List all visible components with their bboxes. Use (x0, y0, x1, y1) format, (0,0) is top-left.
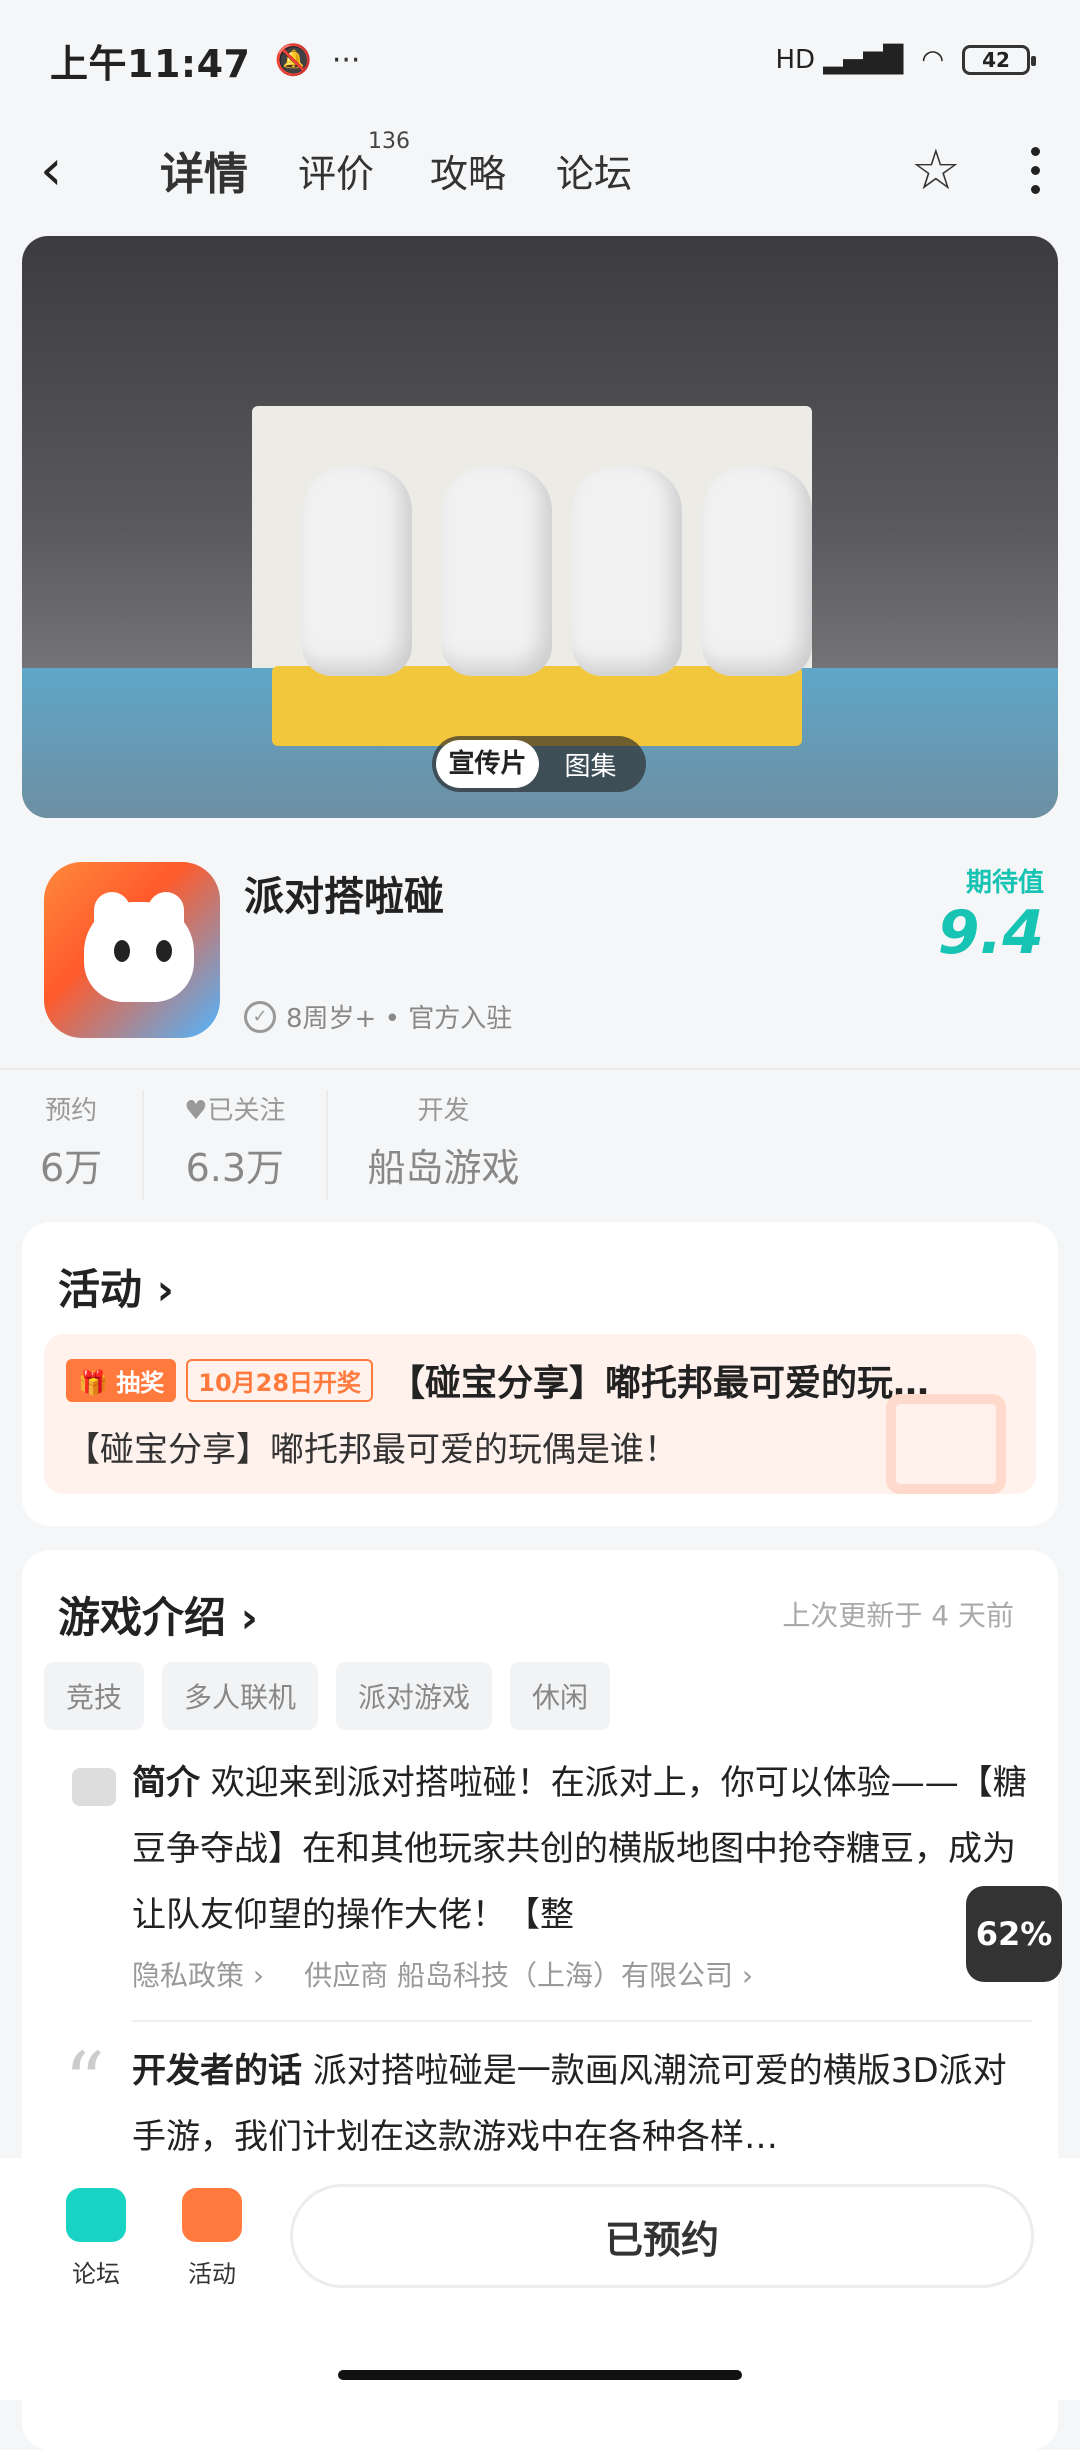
bottom-forum-label: 论坛 (72, 2260, 120, 2288)
video-toggle[interactable]: 宣传片 (436, 740, 539, 788)
tab-details-label: 详情 (160, 149, 248, 200)
figure-3 (572, 466, 682, 676)
description-label: 简介 (132, 1763, 200, 1803)
stat-developer[interactable]: 开发 船岛游戏 (328, 1090, 560, 1200)
tab-guides[interactable]: 攻略 (430, 143, 506, 198)
developer-note[interactable]: 开发者的话 派对搭啦碰是一款画风潮流可爱的横版3D派对手游，我们计划在这款游戏中… (132, 2038, 1032, 2170)
stat-followers[interactable]: ♥已关注 6.3万 (144, 1090, 328, 1200)
intro-links: 隐私政策 › 供应商 船岛科技（上海）有限公司 › (132, 1954, 753, 1994)
status-time: 上午11:47 (50, 41, 251, 86)
gift-icon (182, 2188, 242, 2242)
divider (0, 1068, 1080, 1070)
gift-watermark-icon (886, 1394, 1006, 1494)
network-label: HD (775, 45, 816, 75)
description-text: 欢迎来到派对搭啦碰！在派对上，你可以体验——【糖豆争夺战】在和其他玩家共创的横版… (132, 1763, 1027, 1935)
supplier-link[interactable]: 供应商 船岛科技（上海）有限公司 › (304, 1954, 753, 1994)
tag-list: 竞技 多人联机 派对游戏 休闲 (44, 1662, 611, 1730)
game-meta-text: 8周岁+ • 官方入驻 (286, 1004, 513, 1034)
media-toggle: 宣传片 图集 (432, 736, 646, 792)
tab-reviews-label: 评价 (298, 151, 375, 196)
tag-item[interactable]: 休闲 (510, 1662, 611, 1730)
stat-reservations: 预约 6万 (40, 1090, 145, 1200)
tab-guides-label: 攻略 (430, 151, 507, 196)
mascot-face (84, 892, 194, 1002)
last-updated: 上次更新于 4 天前 (782, 1599, 1014, 1632)
home-indicator[interactable] (338, 2370, 742, 2380)
favorite-star-icon[interactable]: ☆ (911, 138, 961, 203)
floating-percent-widget[interactable]: 62% (966, 1886, 1062, 1982)
heart-icon: ♥ (184, 1096, 208, 1126)
game-meta: ✓ 8周岁+ • 官方入驻 (244, 998, 512, 1035)
bottom-forum-button[interactable]: 论坛 (46, 2188, 146, 2289)
battery-icon: 42 (962, 45, 1036, 75)
tag-item[interactable]: 派对游戏 (336, 1662, 493, 1730)
status-bar: 上午11:47 🔕 ··· HD ▂▄▆█ ◠ 42 (0, 0, 1080, 120)
more-notifications-icon: ··· (331, 42, 361, 78)
more-menu-icon[interactable] (1031, 146, 1040, 194)
stat-label: ♥已关注 (184, 1090, 285, 1127)
tab-forum-label: 论坛 (556, 151, 633, 196)
promo-media[interactable]: 宣传片 图集 (22, 236, 1058, 818)
mascot-eye (156, 940, 172, 962)
signal-icon: HD ▂▄▆█ (775, 45, 904, 75)
figure-stand (272, 666, 802, 746)
bottom-activity-button[interactable]: 活动 (162, 2188, 262, 2289)
reviews-count: 136 (368, 128, 411, 154)
stat-value: 6万 (40, 1146, 103, 1190)
gallery-toggle[interactable]: 图集 (539, 746, 642, 783)
tab-reviews[interactable]: 评价 136 (298, 129, 410, 198)
developer-note-label: 开发者的话 (132, 2051, 302, 2091)
bottom-bar: 论坛 活动 已预约 (0, 2158, 1080, 2400)
bottom-activity-label: 活动 (188, 2260, 236, 2288)
activity-item[interactable]: 🎁 抽奖 10月28日开奖 【碰宝分享】嘟托邦最可爱的玩… 【碰宝分享】嘟托邦最… (44, 1334, 1036, 1494)
figure-1 (302, 466, 412, 676)
mute-icon: 🔕 (274, 42, 312, 78)
expectation-score: 期待值 9.4 (938, 862, 1044, 963)
lottery-badge: 🎁 抽奖 (66, 1358, 177, 1402)
draw-date: 10月28日开奖 (186, 1358, 374, 1402)
game-title: 派对搭啦碰 (244, 874, 444, 920)
stat-label: 开发 (417, 1096, 470, 1126)
battery-level: 42 (982, 48, 1010, 72)
activity-title[interactable]: 活动 › (58, 1256, 174, 1317)
stat-value: 6.3万 (185, 1146, 285, 1190)
description-icon (72, 1768, 116, 1806)
expectation-label: 期待值 (965, 868, 1044, 898)
divider (132, 2020, 1032, 2022)
game-icon (44, 862, 220, 1038)
back-icon[interactable]: ‹ (40, 138, 100, 203)
intro-title[interactable]: 游戏介绍 › (58, 1584, 258, 1645)
activity-card: 活动 › 🎁 抽奖 10月28日开奖 【碰宝分享】嘟托邦最可爱的玩… 【碰宝分享… (22, 1222, 1058, 1526)
lottery-badge-text: 抽奖 (116, 1368, 165, 1397)
expectation-value: 9.4 (937, 898, 1044, 968)
nav-actions: ☆ (911, 138, 1040, 203)
stat-label: 预约 (45, 1096, 98, 1126)
activity-headline: 【碰宝分享】嘟托邦最可爱的玩… (389, 1363, 930, 1404)
activity-body: 【碰宝分享】嘟托邦最可爱的玩偶是谁！ (66, 1430, 678, 1470)
wifi-icon: ◠ (921, 45, 944, 75)
stat-label-text: 已关注 (207, 1096, 286, 1126)
figure-2 (442, 466, 552, 676)
verified-check-icon: ✓ (244, 1000, 276, 1033)
privacy-policy-link[interactable]: 隐私政策 › (132, 1954, 264, 1994)
status-right: HD ▂▄▆█ ◠ 42 (775, 45, 1036, 75)
stat-value: 船岛游戏 (367, 1146, 520, 1190)
reserved-button[interactable]: 已预约 (290, 2184, 1034, 2288)
notification-icons: 🔕 ··· (274, 43, 360, 78)
tab-forum[interactable]: 论坛 (556, 143, 632, 198)
activity-row: 🎁 抽奖 10月28日开奖 【碰宝分享】嘟托邦最可爱的玩… (66, 1354, 929, 1406)
game-header: 派对搭啦碰 ✓ 8周岁+ • 官方入驻 期待值 9.4 (0, 850, 1080, 1070)
forum-chat-icon (66, 2188, 126, 2242)
stats-row: 预约 6万 ♥已关注 6.3万 开发 船岛游戏 (40, 1090, 560, 1200)
gift-icon: 🎁 (78, 1368, 108, 1397)
figure-4 (702, 466, 812, 676)
tag-item[interactable]: 多人联机 (162, 1662, 319, 1730)
top-nav: ‹ 详情 评价 136 攻略 论坛 ☆ (0, 125, 1080, 215)
game-description[interactable]: 简介 欢迎来到派对搭啦碰！在派对上，你可以体验——【糖豆争夺战】在和其他玩家共创… (132, 1750, 1032, 1948)
quote-icon: “ (64, 2035, 105, 2128)
tag-item[interactable]: 竞技 (44, 1662, 145, 1730)
mascot-eye (114, 940, 130, 962)
tab-details[interactable]: 详情 (156, 138, 252, 202)
